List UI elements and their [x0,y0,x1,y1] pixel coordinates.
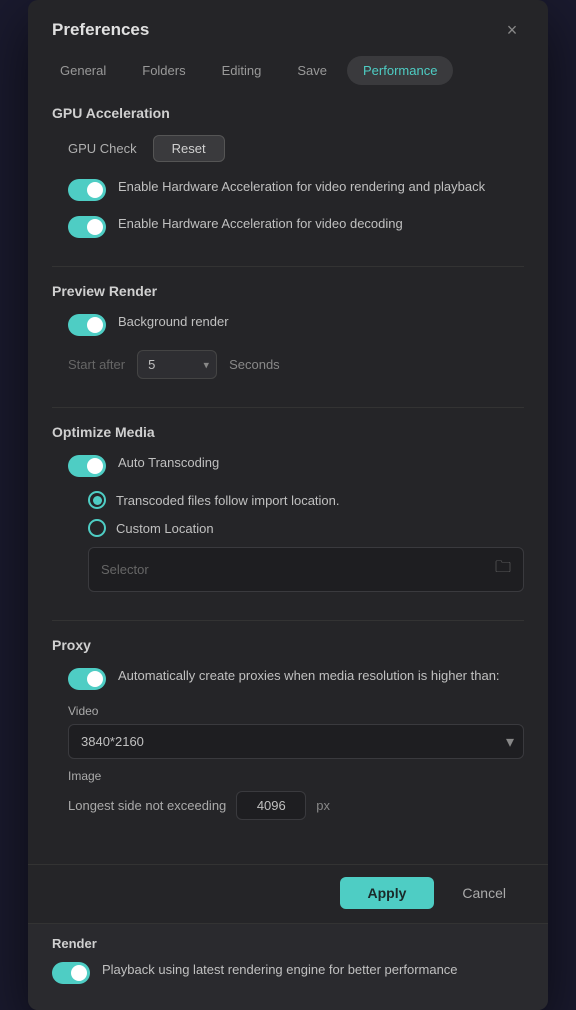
auto-transcoding-toggle[interactable] [68,455,106,477]
reset-button[interactable]: Reset [153,135,225,162]
seconds-select-wrap: 5 [137,350,217,379]
tab-save[interactable]: Save [281,56,343,85]
tab-folders[interactable]: Folders [126,56,201,85]
tab-general[interactable]: General [44,56,122,85]
render-toggle-row: Playback using latest rendering engine f… [52,961,524,984]
video-resolution-select[interactable]: 3840*2160 [68,724,524,759]
hw-accel-decode-label: Enable Hardware Acceleration for video d… [118,215,403,233]
hw-accel-decode-toggle[interactable] [68,216,106,238]
radio-custom-location-row: Custom Location [88,519,524,537]
seconds-select[interactable]: 5 [137,350,217,379]
selector-box[interactable]: Selector 🗀 [88,547,524,592]
preview-render-section: Preview Render Background render Start a… [52,283,524,379]
folder-icon[interactable]: 🗀 [495,556,511,583]
bg-render-label: Background render [118,313,229,331]
radio-import-location[interactable] [88,491,106,509]
auto-transcoding-toggle-row: Auto Transcoding [68,454,524,477]
tab-performance[interactable]: Performance [347,56,453,85]
auto-transcoding-label: Auto Transcoding [118,454,219,472]
radio-import-location-row: Transcoded files follow import location. [88,491,524,509]
tab-editing[interactable]: Editing [206,56,278,85]
content-area: GPU Acceleration GPU Check Reset Enable … [28,97,548,864]
preferences-dialog: Preferences × General Folders Editing Sa… [28,0,548,1010]
gpu-section-title: GPU Acceleration [52,105,524,121]
render-toggle[interactable] [52,962,90,984]
start-after-label: Start after [68,357,125,372]
dialog-title: Preferences [52,20,149,40]
proxy-section-title: Proxy [52,637,524,653]
apply-button[interactable]: Apply [340,877,435,909]
seconds-label: Seconds [229,357,280,372]
tabs-bar: General Folders Editing Save Performance [28,56,548,97]
render-section-title: Render [52,936,524,951]
radio-custom-location-label: Custom Location [116,521,214,536]
preview-render-title: Preview Render [52,283,524,299]
video-field-label: Video [68,704,524,718]
hw-accel-decode-toggle-row: Enable Hardware Acceleration for video d… [68,215,524,238]
gpu-acceleration-section: GPU Acceleration GPU Check Reset Enable … [52,105,524,238]
divider-2 [52,407,524,408]
selector-placeholder-text: Selector [101,562,495,577]
image-side-label: Longest side not exceeding [68,798,226,813]
bg-render-toggle-row: Background render [68,313,524,336]
image-px-input[interactable] [236,791,306,820]
render-section: Render Playback using latest rendering e… [28,923,548,1010]
hw-accel-video-toggle[interactable] [68,179,106,201]
render-toggle-label: Playback using latest rendering engine f… [102,961,458,979]
bg-render-toggle[interactable] [68,314,106,336]
optimize-media-title: Optimize Media [52,424,524,440]
close-button[interactable]: × [500,18,524,42]
image-resolution-row: Longest side not exceeding px [68,791,524,820]
divider-3 [52,620,524,621]
hw-accel-video-toggle-row: Enable Hardware Acceleration for video r… [68,178,524,201]
optimize-media-section: Optimize Media Auto Transcoding Transcod… [52,424,524,592]
image-field-label: Image [68,769,524,783]
divider-1 [52,266,524,267]
hw-accel-video-label: Enable Hardware Acceleration for video r… [118,178,485,196]
proxy-toggle-label: Automatically create proxies when media … [118,667,500,685]
dialog-footer: Apply Cancel [28,864,548,923]
video-resolution-select-wrap: 3840*2160 [68,724,524,759]
start-after-row: Start after 5 Seconds [68,350,524,379]
dialog-header: Preferences × [28,0,548,56]
gpu-check-label: GPU Check [68,141,137,156]
proxy-toggle-row: Automatically create proxies when media … [68,667,524,690]
radio-import-location-label: Transcoded files follow import location. [116,493,340,508]
proxy-toggle[interactable] [68,668,106,690]
px-unit-label: px [316,798,330,813]
gpu-check-row: GPU Check Reset [68,135,524,162]
proxy-section: Proxy Automatically create proxies when … [52,637,524,820]
cancel-button[interactable]: Cancel [444,877,524,909]
radio-custom-location[interactable] [88,519,106,537]
